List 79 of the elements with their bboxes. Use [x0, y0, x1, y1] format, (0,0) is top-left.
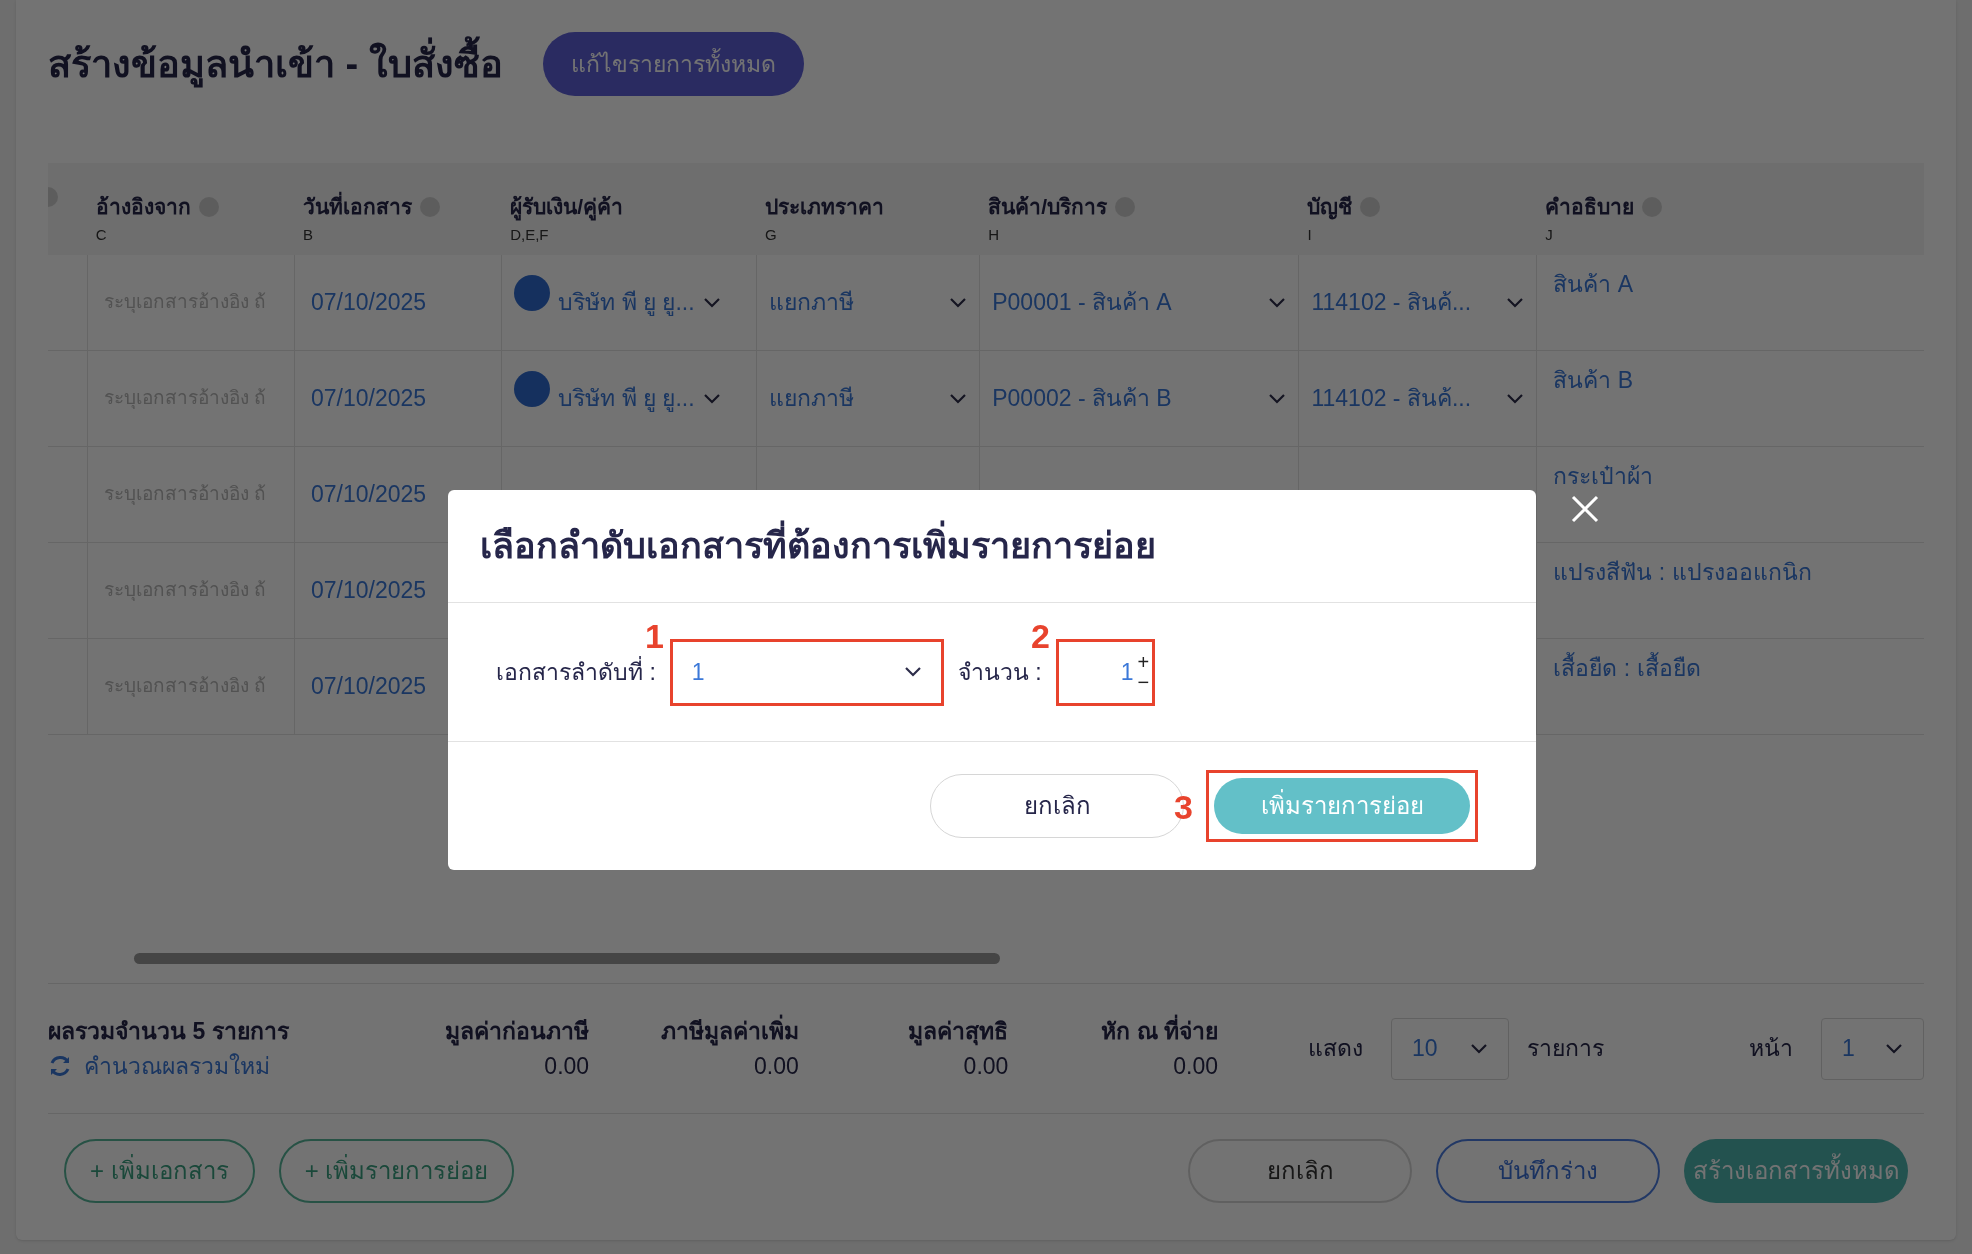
company-logo — [514, 275, 551, 311]
account-select[interactable]: 114102 - สินค้... — [1311, 381, 1472, 416]
description-field[interactable]: สินค้า A — [1553, 271, 1634, 297]
total-value: 0.00 — [1173, 1051, 1218, 1081]
chevron-down-icon — [1268, 296, 1287, 309]
chevron-down-icon — [903, 666, 922, 678]
column-header: คำอธิบาย — [1545, 194, 1635, 220]
date-field[interactable]: 07/10/2025 — [310, 477, 427, 512]
close-icon[interactable] — [1571, 495, 1599, 523]
scrollbar-thumb[interactable] — [134, 953, 1000, 964]
decrement-button[interactable]: − — [1137, 672, 1150, 692]
chevron-down-icon — [949, 392, 968, 405]
footer-button[interactable]: บันทึกร่าง — [1436, 1139, 1660, 1203]
page-title: สร้างข้อมูลนำเข้า - ใบสั่งซื้อ — [48, 36, 503, 93]
quantity-label: จำนวน : — [957, 657, 1042, 687]
total-label: มูลค่าสุทธิ — [908, 1017, 1009, 1048]
column-code: D,E,F — [510, 225, 549, 243]
chevron-down-icon — [1506, 392, 1525, 405]
date-field[interactable]: 07/10/2025 — [310, 381, 427, 416]
step-number: 1 — [645, 619, 664, 653]
column-code: H — [988, 225, 999, 243]
column-header: บัญชี — [1307, 194, 1353, 222]
date-field[interactable]: 07/10/2025 — [310, 573, 427, 608]
date-field[interactable]: 07/10/2025 — [310, 285, 427, 320]
refresh-icon — [48, 1053, 72, 1078]
column-code: G — [765, 225, 777, 243]
product-select[interactable]: P00001 - สินค้า A — [992, 285, 1172, 320]
description-field[interactable]: สินค้า B — [1553, 367, 1634, 393]
column-header: ผู้รับเงิน/คู่ค้า — [510, 191, 623, 223]
price-type-select[interactable]: แยกภาษี — [769, 381, 855, 416]
modal-title: เลือกลำดับเอกสารที่ต้องการเพิ่มรายการย่อย — [480, 519, 1156, 573]
recalculate-link[interactable]: คำนวณผลรวมใหม่ — [48, 1048, 380, 1083]
total-label: มูลค่าก่อนภาษี — [445, 1017, 590, 1048]
total-label: หัก ณ ที่จ่าย — [1101, 1014, 1218, 1049]
add-button[interactable]: + เพิ่มเอกสาร — [64, 1139, 255, 1203]
document-select[interactable]: 1 — [675, 644, 938, 700]
description-field[interactable]: แปรงสีฟัน : แปรงออแกนิก — [1553, 559, 1812, 585]
chevron-down-icon — [1885, 1042, 1903, 1055]
column-header: อ้างอิงจาก — [95, 194, 191, 220]
column-header: ประเภทราคา — [765, 194, 884, 220]
step-number: 2 — [1031, 619, 1050, 653]
quantity-field[interactable]: 1 — [1061, 644, 1138, 700]
chevron-down-icon — [1268, 392, 1287, 405]
edit-all-button[interactable]: แก้ไขรายการทั้งหมด — [542, 32, 804, 96]
items-label: รายการ — [1527, 1034, 1604, 1064]
footer-button[interactable]: สร้างเอกสารทั้งหมด — [1684, 1139, 1908, 1203]
confirm-button[interactable]: เพิ่มรายการย่อย — [1214, 778, 1470, 834]
column-header: วันที่เอกสาร — [302, 191, 412, 223]
column-code: I — [1307, 225, 1312, 243]
column-code: B — [302, 225, 313, 243]
item-count: ผลรวมจำนวน 5 รายการ — [48, 1017, 290, 1046]
company-logo — [514, 371, 551, 407]
increment-button[interactable]: + — [1137, 652, 1150, 672]
page-select[interactable]: 1 — [1821, 1017, 1924, 1080]
total-value: 0.00 — [754, 1051, 799, 1081]
chevron-down-icon — [1470, 1042, 1488, 1055]
chevron-down-icon — [702, 296, 721, 309]
footer-button[interactable]: ยกเลิก — [1188, 1139, 1412, 1203]
description-field[interactable]: กระเป๋าผ้า — [1553, 463, 1654, 489]
partner-select[interactable]: บริษัท พี ยู ยู... — [558, 381, 695, 416]
column-code: C — [95, 225, 107, 243]
chevron-down-icon — [702, 392, 721, 405]
add-button[interactable]: + เพิ่มรายการย่อย — [278, 1139, 515, 1203]
page-size-select[interactable]: 10 — [1391, 1017, 1509, 1080]
partner-select[interactable]: บริษัท พี ยู ยู... — [558, 285, 695, 320]
date-field[interactable]: 07/10/2025 — [310, 669, 427, 704]
price-type-select[interactable]: แยกภาษี — [769, 285, 855, 320]
account-select[interactable]: 114102 - สินค้... — [1311, 285, 1472, 320]
total-value: 0.00 — [544, 1051, 590, 1081]
page-label: หน้า — [1749, 1034, 1793, 1064]
total-label: ภาษีมูลค่าเพิ่ม — [660, 1014, 799, 1049]
chevron-down-icon — [1506, 296, 1525, 309]
chevron-down-icon — [949, 296, 968, 309]
column-code: J — [1545, 225, 1553, 243]
column-header: สินค้า/บริการ — [988, 194, 1107, 220]
product-select[interactable]: P00002 - สินค้า B — [992, 381, 1172, 416]
total-value: 0.00 — [963, 1051, 1009, 1081]
document-label: เอกสารลำดับที่ : — [496, 655, 656, 687]
show-label: แสดง — [1308, 1034, 1363, 1064]
